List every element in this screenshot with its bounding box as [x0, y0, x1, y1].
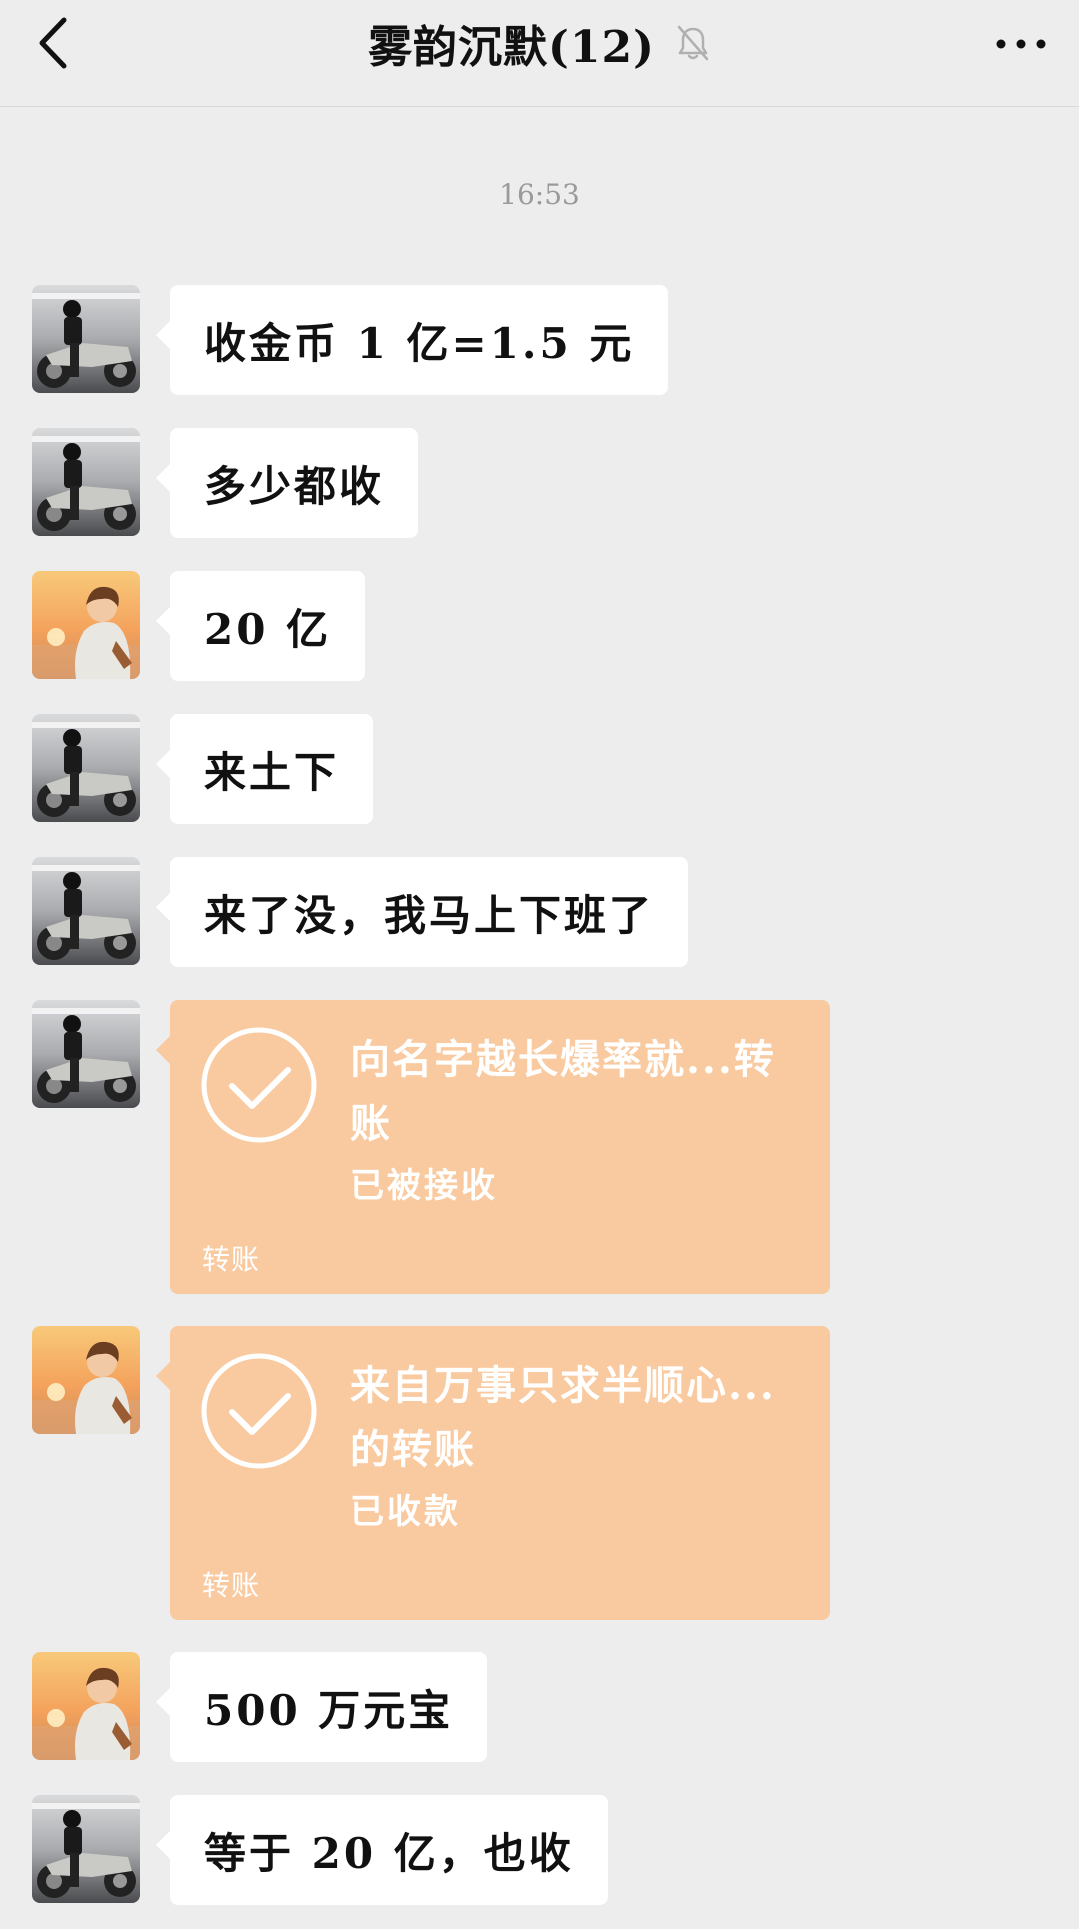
- transfer-footer-label: 转账: [202, 1569, 261, 1602]
- motorcycle-man-avatar: [32, 714, 140, 822]
- avatar[interactable]: [32, 571, 140, 679]
- chat-title: 雾韵沉默(12): [368, 22, 655, 73]
- message-bubble[interactable]: 500 万元宝: [155, 1652, 488, 1762]
- check-circle-icon: [201, 1027, 317, 1143]
- avatar[interactable]: [32, 285, 140, 393]
- bell-off-icon: [677, 25, 709, 61]
- avatar[interactable]: [32, 1000, 140, 1108]
- transfer-card[interactable]: 来自万事只求半顺心...的转账 已收款 转账: [156, 1326, 830, 1620]
- check-circle-icon: [201, 1353, 317, 1469]
- more-horizontal-icon: [996, 39, 1046, 49]
- motorcycle-man-avatar: [32, 1795, 140, 1903]
- motorcycle-man-avatar: [32, 1000, 140, 1108]
- transfer-status: 已被接收: [350, 1166, 498, 1206]
- avatar[interactable]: [32, 1795, 140, 1903]
- message-bubble[interactable]: 多少都收: [155, 428, 419, 538]
- message-timestamp: 16:53: [499, 178, 580, 211]
- chat-title-area: 雾韵沉默(12): [0, 12, 1079, 74]
- avatar[interactable]: [32, 714, 140, 822]
- avatar[interactable]: [32, 1326, 140, 1434]
- sunset-boy-avatar: [32, 1326, 140, 1434]
- motorcycle-man-avatar: [32, 428, 140, 536]
- sunset-boy-avatar: [32, 1652, 140, 1760]
- avatar[interactable]: [32, 857, 140, 965]
- message-bubble[interactable]: 来土下: [155, 714, 374, 824]
- transfer-title: 向名字越长爆率就...转账: [350, 1036, 776, 1147]
- avatar[interactable]: [32, 428, 140, 536]
- motorcycle-man-avatar: [32, 285, 140, 393]
- transfer-footer-label: 转账: [202, 1243, 261, 1276]
- avatar[interactable]: [32, 1652, 140, 1760]
- transfer-title: 来自万事只求半顺心...的转账: [350, 1362, 776, 1473]
- chat-header: 雾韵沉默(12): [0, 0, 1079, 107]
- sunset-boy-avatar: [32, 571, 140, 679]
- message-bubble[interactable]: 20 亿: [155, 571, 366, 681]
- motorcycle-man-avatar: [32, 857, 140, 965]
- more-button[interactable]: [991, 20, 1051, 68]
- transfer-card[interactable]: 向名字越长爆率就...转账 已被接收 转账: [156, 1000, 830, 1294]
- transfer-status: 已收款: [350, 1492, 461, 1532]
- message-bubble[interactable]: 收金币 1 亿=1.5 元: [155, 285, 669, 395]
- message-bubble[interactable]: 来了没，我马上下班了: [155, 857, 689, 967]
- message-bubble[interactable]: 等于 20 亿，也收: [156, 1795, 608, 1905]
